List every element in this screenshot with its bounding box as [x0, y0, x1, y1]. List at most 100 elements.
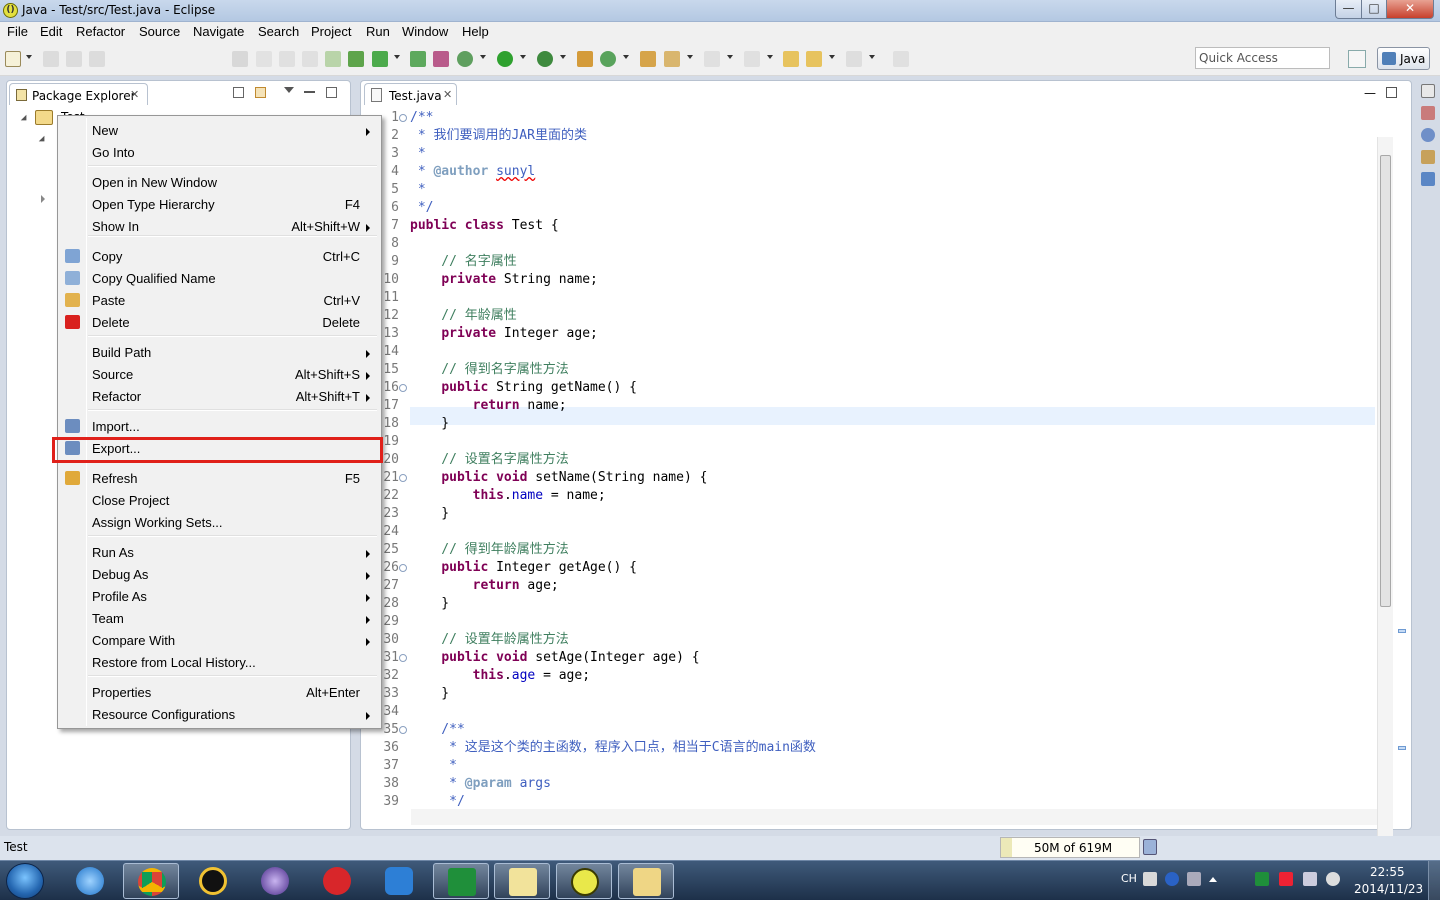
open-perspective-icon[interactable] [1348, 50, 1366, 68]
code-line[interactable]: this.age = age; [410, 667, 590, 685]
fold-toggle-icon[interactable] [399, 726, 407, 734]
menu-item-open-type-hierarchy[interactable]: Open Type Hierarchy F4 [60, 193, 379, 215]
menu-item-new[interactable]: New [60, 119, 379, 141]
code-area[interactable]: 1 2 3 4 5 6 7 8 9 10 11 12 13 14 15 16 17 18 19 20 21 22 23 24 2… [361, 109, 1411, 837]
scrollbar-thumb[interactable] [1380, 155, 1391, 607]
link-with-editor-icon[interactable] [255, 87, 266, 98]
code-line[interactable]: this.name = name; [410, 487, 606, 505]
code-line[interactable]: * [410, 181, 426, 199]
menu-item-import[interactable]: Import... [60, 415, 379, 437]
show-hidden-icons-icon[interactable] [1209, 877, 1217, 882]
code-line[interactable]: * 我们要调用的JAR里面的类 [410, 127, 587, 145]
menu-search[interactable]: Search [258, 24, 299, 39]
prev-annotation-dropdown-icon[interactable] [767, 55, 773, 59]
checkbox-task-icon[interactable] [372, 51, 388, 67]
save-icon[interactable] [43, 51, 59, 67]
start-icon[interactable] [6, 863, 44, 899]
action-center-icon[interactable] [1279, 872, 1293, 886]
chrome-icon[interactable] [123, 863, 179, 899]
debug-icon[interactable] [457, 51, 473, 67]
menu-item-copy-qualified-name[interactable]: Copy Qualified Name [60, 267, 379, 289]
menu-item-build-path[interactable]: Build Path [60, 341, 379, 363]
menu-item-debug-as[interactable]: Debug As [60, 563, 379, 585]
menu-item-restore-from-local-history[interactable]: Restore from Local History... [60, 651, 379, 673]
save-all-icon[interactable] [66, 51, 82, 67]
run-dropdown-icon[interactable] [520, 55, 526, 59]
menu-item-properties[interactable]: Properties Alt+Enter [60, 681, 379, 703]
internet-explorer-icon[interactable] [62, 863, 118, 899]
menu-item-resource-configurations[interactable]: Resource Configurations [60, 703, 379, 725]
code-line[interactable]: * @author sunyl [410, 163, 535, 181]
menu-run[interactable]: Run [366, 24, 390, 39]
run-icon[interactable] [497, 51, 513, 67]
keyboard-icon[interactable] [1143, 872, 1157, 886]
external-dropdown-icon[interactable] [560, 55, 566, 59]
volume-icon[interactable] [1326, 872, 1340, 886]
menu-item-compare-with[interactable]: Compare With [60, 629, 379, 651]
fold-toggle-icon[interactable] [399, 564, 407, 572]
maximize-editor-icon[interactable] [1386, 87, 1397, 98]
collapsed-arrow-icon[interactable] [41, 195, 45, 203]
menu-window[interactable]: Window [402, 24, 448, 39]
back-icon[interactable] [806, 51, 822, 67]
close-editor-icon[interactable]: ✕ [443, 88, 452, 101]
java-perspective-button[interactable]: Java [1377, 47, 1430, 70]
new-class-icon[interactable] [577, 51, 593, 67]
menu-project[interactable]: Project [311, 24, 351, 39]
code-line[interactable]: } [410, 505, 449, 523]
code-line[interactable]: return name; [410, 397, 567, 415]
qq-icon[interactable] [185, 863, 241, 899]
menu-item-paste[interactable]: Paste Ctrl+V [60, 289, 379, 311]
help-icon[interactable] [1165, 872, 1179, 886]
editor-tab-test-java[interactable]: Test.java ✕ [364, 83, 457, 105]
task-dropdown-icon[interactable] [394, 55, 400, 59]
code-line[interactable]: return age; [410, 577, 559, 595]
menu-item-show-in[interactable]: Show In Alt+Shift+W [60, 215, 379, 237]
menu-help[interactable]: Help [462, 24, 489, 39]
network-icon[interactable] [1303, 872, 1317, 886]
vertical-scrollbar[interactable] [1377, 137, 1393, 837]
menu-item-assign-working-sets[interactable]: Assign Working Sets... [60, 511, 379, 533]
code-line[interactable]: private Integer age; [410, 325, 598, 343]
menu-edit[interactable]: Edit [40, 24, 62, 39]
collapse-all-icon[interactable] [233, 87, 244, 98]
toggle-breadcrumb-icon[interactable] [232, 51, 248, 67]
run-external-icon[interactable] [537, 51, 553, 67]
new-dropdown-icon[interactable] [26, 55, 32, 59]
eclipse-taskbar-icon[interactable] [247, 863, 303, 899]
code-line[interactable]: * @param args [410, 775, 551, 793]
terminal-icon[interactable] [348, 51, 364, 67]
code-line[interactable]: public String getName() { [410, 379, 637, 397]
clock-date[interactable]: 2014/11/23 [1354, 882, 1423, 896]
code-line[interactable]: public class Test { [410, 217, 559, 235]
code-line[interactable]: // 设置名字属性方法 [410, 451, 569, 469]
minimize-editor-icon[interactable]: — [1364, 86, 1376, 100]
code-line[interactable]: // 名字属性 [410, 253, 517, 271]
search-dropdown-icon[interactable] [687, 55, 693, 59]
package-explorer-tab[interactable]: Package Explorer ✕ [9, 83, 148, 105]
menu-item-close-project[interactable]: Close Project [60, 489, 379, 511]
menu-item-profile-as[interactable]: Profile As [60, 585, 379, 607]
folder-icon[interactable] [618, 863, 674, 899]
code-line[interactable]: public Integer getAge() { [410, 559, 637, 577]
menu-item-delete[interactable]: Delete Delete [60, 311, 379, 333]
javadoc-view-icon[interactable] [1421, 128, 1435, 142]
eclipse-active-icon[interactable] [556, 863, 612, 899]
menu-source[interactable]: Source [139, 24, 180, 39]
input-options-icon[interactable] [1187, 872, 1201, 886]
menu-item-team[interactable]: Team [60, 607, 379, 629]
block-selection-icon[interactable] [279, 51, 295, 67]
fold-toggle-icon[interactable] [399, 654, 407, 662]
code-line[interactable]: * [410, 757, 457, 775]
datagrid-icon[interactable] [494, 863, 550, 899]
app-green-icon[interactable] [433, 863, 489, 899]
menu-refactor[interactable]: Refactor [76, 24, 125, 39]
menu-item-refresh[interactable]: Refresh F5 [60, 467, 379, 489]
maximize-view-icon[interactable] [326, 87, 337, 98]
expand-arrow-icon[interactable] [38, 135, 48, 145]
horizontal-scrollbar[interactable] [411, 809, 1377, 825]
code-line[interactable]: * [410, 145, 426, 163]
open-type-icon[interactable] [640, 51, 656, 67]
search-icon[interactable] [664, 51, 680, 67]
quick-access-input[interactable]: Quick Access [1195, 47, 1330, 69]
